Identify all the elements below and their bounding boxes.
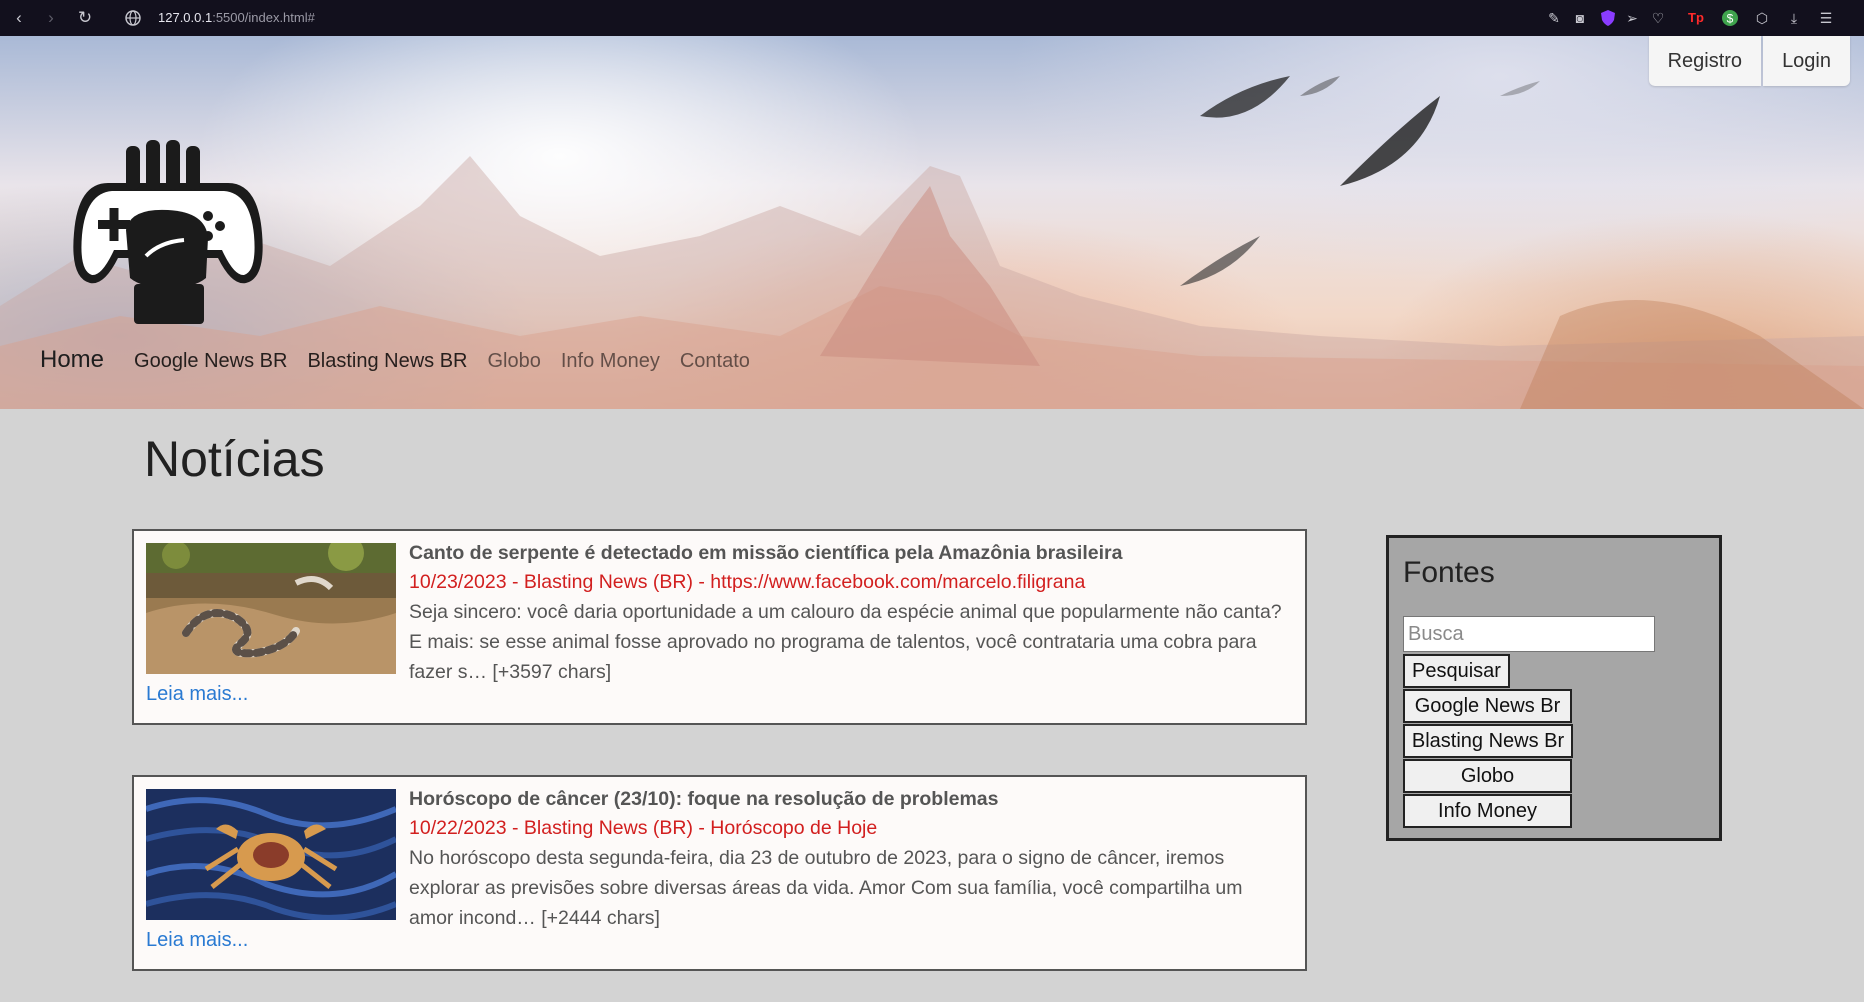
gamepad-hand-icon[interactable] — [68, 138, 268, 328]
svg-text:$: $ — [1727, 12, 1734, 26]
url-host: 127.0.0.1 — [158, 10, 213, 25]
login-button[interactable]: Login — [1763, 36, 1850, 86]
search-button[interactable]: Pesquisar — [1403, 654, 1510, 688]
globe-icon — [125, 10, 141, 26]
read-more-link[interactable]: Leia mais... — [146, 683, 248, 706]
camera-icon[interactable]: ◙ — [1570, 8, 1590, 28]
nav-blasting-news-br[interactable]: Blasting News BR — [307, 350, 467, 373]
cube-icon[interactable]: ⬡ — [1752, 8, 1772, 28]
read-more-link[interactable]: Leia mais... — [146, 929, 248, 952]
article-title[interactable]: Horóscopo de câncer (23/10): foque na re… — [409, 785, 1285, 813]
register-button[interactable]: Registro — [1648, 36, 1762, 86]
heart-icon[interactable]: ♡ — [1648, 8, 1668, 28]
article-meta: 10/23/2023 - Blasting News (BR) - https:… — [409, 571, 1086, 593]
menu-icon[interactable]: ☰ — [1816, 8, 1836, 28]
download-icon[interactable]: ⤓ — [1784, 8, 1804, 28]
article-meta: 10/22/2023 - Blasting News (BR) - Horósc… — [409, 817, 878, 839]
nav-home[interactable]: Home — [40, 346, 104, 374]
article-title[interactable]: Canto de serpente é detectado em missão … — [409, 539, 1285, 567]
search-input[interactable] — [1403, 616, 1655, 652]
main-nav: Home Google News BR Blasting News BR Glo… — [40, 346, 770, 374]
auth-buttons: Registro Login — [1647, 36, 1850, 86]
article-description: Seja sincero: você daria oportunidade a … — [409, 601, 1282, 683]
dollar-icon[interactable]: $ — [1720, 8, 1740, 28]
back-icon[interactable]: ‹ — [8, 7, 30, 29]
crab-illustration — [146, 789, 396, 920]
send-icon[interactable]: ➢ — [1622, 8, 1642, 28]
forward-icon[interactable]: › — [40, 7, 62, 29]
source-blasting-news-button[interactable]: Blasting News Br — [1403, 724, 1573, 758]
shield-icon[interactable] — [1598, 8, 1618, 28]
article-description: No horóscopo desta segunda-feira, dia 23… — [409, 847, 1243, 929]
hero-banner: Home Google News BR Blasting News BR Glo… — [0, 36, 1864, 409]
news-card: Canto de serpente é detectado em missão … — [132, 529, 1307, 725]
snake-photo — [146, 543, 396, 674]
browser-toolbar: ‹ › ↻ 127.0.0.1:5500/index.html# ✎ ◙ ➢ ♡… — [0, 0, 1864, 36]
nav-contato[interactable]: Contato — [680, 350, 750, 373]
nav-info-money[interactable]: Info Money — [561, 350, 660, 373]
nav-google-news-br[interactable]: Google News BR — [134, 350, 287, 373]
page-title: Notícias — [144, 431, 325, 487]
source-google-news-button[interactable]: Google News Br — [1403, 689, 1572, 723]
source-info-money-button[interactable]: Info Money — [1403, 794, 1572, 828]
nav-globo[interactable]: Globo — [488, 350, 541, 373]
tp-icon[interactable]: Tp — [1686, 8, 1706, 28]
news-card: Horóscopo de câncer (23/10): foque na re… — [132, 775, 1307, 971]
sources-panel: Fontes Pesquisar Google News Br Blasting… — [1386, 535, 1722, 841]
edit-icon[interactable]: ✎ — [1544, 8, 1564, 28]
reload-icon[interactable]: ↻ — [74, 7, 96, 29]
address-bar[interactable]: 127.0.0.1:5500/index.html# — [158, 9, 315, 27]
url-path: :5500/index.html# — [212, 10, 315, 25]
sources-title: Fontes — [1403, 556, 1495, 589]
source-globo-button[interactable]: Globo — [1403, 759, 1572, 793]
